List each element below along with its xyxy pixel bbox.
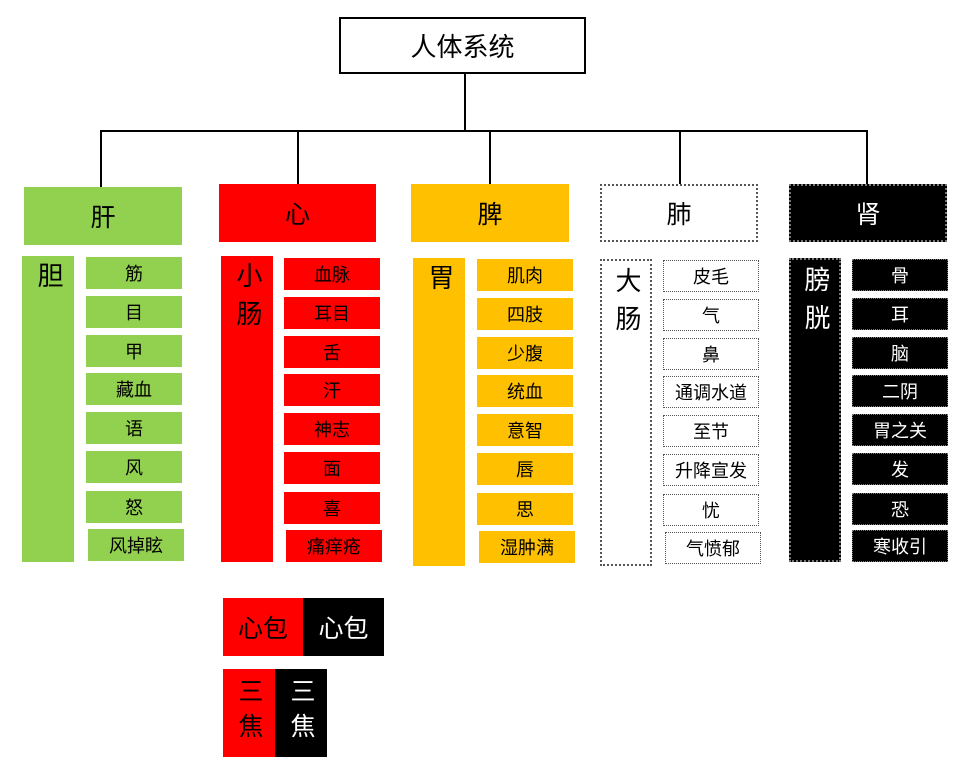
attribute-cell: 忧	[663, 494, 759, 526]
xinbao-left: 心包	[223, 598, 303, 656]
fu-organ-shen: 膀胱	[789, 258, 841, 562]
attribute-cell: 耳目	[284, 297, 380, 329]
attribute-cell: 气	[663, 299, 759, 331]
attribute-cell: 寒收引	[852, 530, 948, 562]
fu-organ-label: 膀胱	[800, 266, 830, 342]
root-connector	[464, 74, 466, 131]
attribute-cell: 汗	[284, 374, 380, 406]
attribute-cell: 目	[86, 296, 182, 328]
attribute-cell: 四肢	[477, 298, 573, 330]
attribute-cell: 风	[86, 451, 182, 483]
attribute-cell: 唇	[477, 453, 573, 485]
xinbao-right: 心包	[303, 598, 384, 656]
root-node: 人体系统	[339, 17, 586, 74]
fu-organ-label: 胃	[424, 264, 454, 290]
sanjiao-left: 三焦	[223, 669, 275, 757]
attribute-cell: 舌	[284, 336, 380, 368]
attribute-cell: 痛痒疮	[286, 530, 382, 562]
attribute-cell: 语	[86, 412, 182, 444]
attribute-cell: 肌肉	[477, 259, 573, 291]
fu-organ-xin: 小肠	[221, 256, 273, 562]
attribute-cell: 恐	[852, 493, 948, 525]
attribute-cell: 脑	[852, 337, 948, 369]
attribute-cell: 少腹	[477, 337, 573, 369]
attribute-cell: 喜	[284, 492, 380, 524]
attribute-cell: 气愤郁	[665, 532, 761, 564]
attribute-cell: 筋	[86, 257, 182, 289]
connector-pi	[489, 130, 491, 184]
fu-organ-gan: 胆	[22, 256, 74, 562]
organ-header-xin: 心	[219, 184, 376, 242]
attribute-cell: 骨	[852, 259, 948, 291]
organ-header-pi: 脾	[411, 184, 569, 242]
sanjiao-right: 三焦	[275, 669, 327, 757]
organ-header-gan: 肝	[24, 187, 182, 245]
connector-shen	[866, 130, 868, 184]
attribute-cell: 统血	[477, 375, 573, 407]
attribute-cell: 升降宣发	[663, 454, 759, 486]
attribute-cell: 通调水道	[663, 376, 759, 408]
attribute-cell: 皮毛	[663, 260, 759, 292]
fu-organ-label: 小肠	[232, 262, 262, 338]
organ-header-fei: 肺	[600, 184, 758, 242]
attribute-cell: 胃之关	[852, 414, 948, 446]
fu-organ-label: 胆	[33, 262, 63, 290]
attribute-cell: 血脉	[284, 258, 380, 290]
attribute-cell: 藏血	[86, 373, 182, 405]
fu-organ-pi: 胃	[413, 258, 465, 566]
attribute-cell: 神志	[284, 413, 380, 445]
attribute-cell: 二阴	[852, 375, 948, 407]
attribute-cell: 怒	[86, 491, 182, 523]
horizontal-connector	[100, 130, 867, 132]
attribute-cell: 意智	[477, 414, 573, 446]
connector-fei	[679, 130, 681, 184]
attribute-cell: 湿肿满	[479, 531, 575, 563]
fu-organ-label: 大肠	[611, 267, 641, 343]
organ-header-shen: 肾	[789, 184, 947, 242]
attribute-cell: 风掉眩	[88, 529, 184, 561]
fu-organ-fei: 大肠	[600, 259, 652, 566]
connector-gan	[100, 130, 102, 187]
attribute-cell: 鼻	[663, 338, 759, 370]
attribute-cell: 面	[284, 452, 380, 484]
attribute-cell: 思	[477, 493, 573, 525]
connector-xin	[297, 130, 299, 184]
attribute-cell: 至节	[663, 415, 759, 447]
sanjiao-right-label: 三焦	[287, 678, 316, 748]
attribute-cell: 甲	[86, 335, 182, 367]
attribute-cell: 耳	[852, 298, 948, 330]
attribute-cell: 发	[852, 453, 948, 485]
sanjiao-left-label: 三焦	[235, 678, 264, 748]
